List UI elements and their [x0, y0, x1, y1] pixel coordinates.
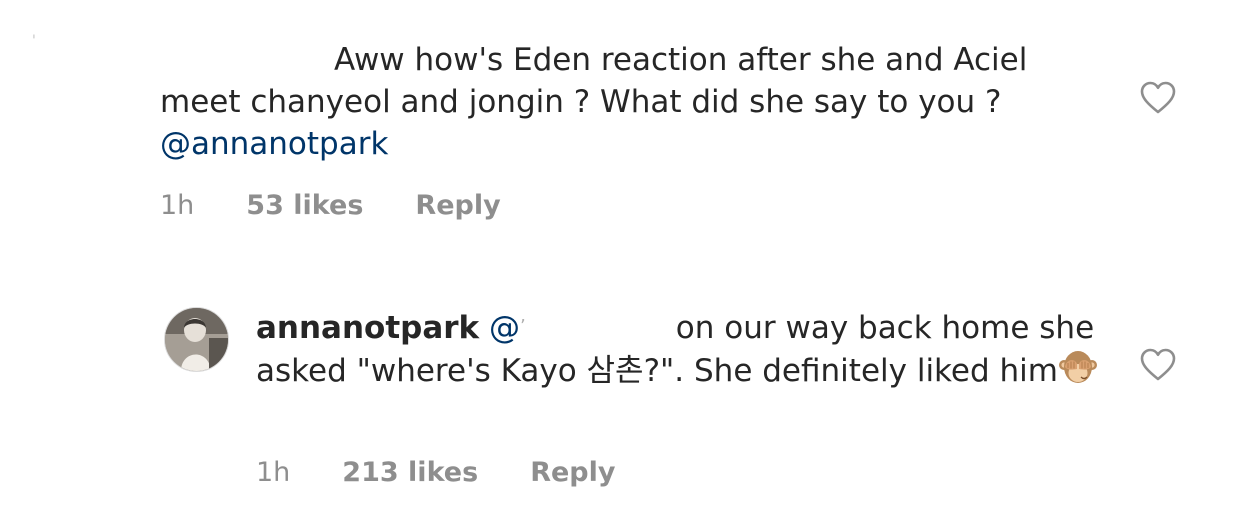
comment-2-likes-link[interactable]: 213 likes — [342, 459, 478, 486]
comment-2-mention-link[interactable]: @ — [489, 310, 520, 346]
comment-2-username-link[interactable]: annanotpark — [256, 310, 479, 346]
comment-1-text-block: Aww how's Eden reaction after she and Ac… — [160, 39, 1090, 165]
comment-1-likes-link[interactable]: 53 likes — [246, 192, 363, 219]
like-heart-icon[interactable] — [1140, 348, 1176, 381]
comment-1: Aww how's Eden reaction after she and Ac… — [160, 39, 1090, 165]
comment-2: annanotpark @’ on our way back home she a… — [256, 306, 1116, 392]
stray-mark: ' — [32, 33, 36, 49]
comment-1-reply-button[interactable]: Reply — [415, 192, 500, 219]
comment-1-mention-link[interactable]: @annanotpark — [160, 126, 388, 162]
comment-2-timestamp: 1h — [256, 457, 291, 488]
see-no-evil-monkey-icon — [1058, 351, 1097, 383]
comment-1-meta: 1h 53 likes Reply — [160, 192, 501, 219]
avatar[interactable] — [164, 307, 229, 372]
like-heart-icon[interactable] — [1140, 81, 1176, 114]
avatar-photo — [165, 308, 228, 371]
comment-1-text: Aww how's Eden reaction after she and Ac… — [160, 42, 1028, 120]
comment-2-text-block: annanotpark @’ on our way back home she a… — [256, 306, 1116, 392]
comment-2-meta: 1h 213 likes Reply — [256, 459, 615, 486]
comment-1-timestamp: 1h — [160, 190, 195, 221]
comment-2-reply-button[interactable]: Reply — [530, 459, 615, 486]
comment-2-mention-tail: ’ — [520, 316, 526, 337]
